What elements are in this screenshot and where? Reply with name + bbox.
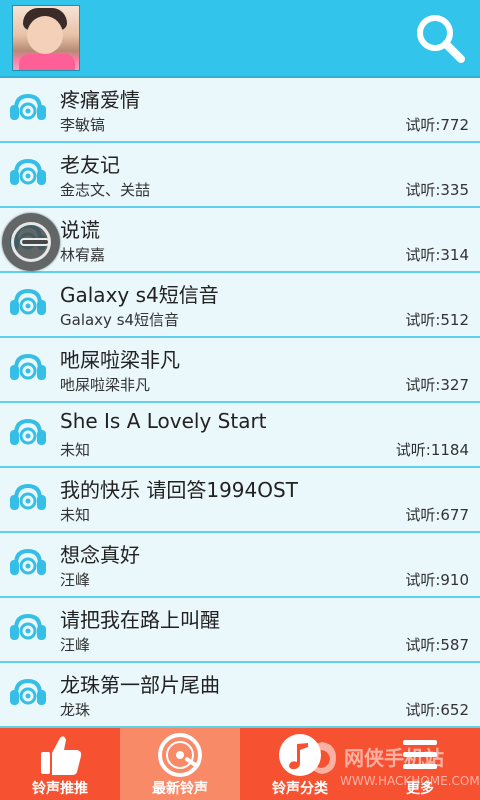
tab-latest[interactable]: 最新铃声: [120, 728, 240, 800]
song-artist: 龙珠: [60, 701, 91, 719]
ear-icon: [10, 353, 46, 380]
song-artist: 未知: [60, 506, 91, 524]
app-header: [0, 0, 480, 78]
ear-icon: [10, 548, 46, 575]
floating-assist-button[interactable]: [2, 213, 60, 271]
search-icon: [417, 15, 465, 63]
song-title: 老友记: [60, 153, 120, 177]
song-title: 吔屎啦梁非凡: [60, 348, 180, 372]
ringtone-row[interactable]: 说谎林宥嘉 试听:314: [0, 208, 480, 273]
song-title: 想念真好: [60, 543, 140, 567]
tab-label: 铃声推推: [32, 781, 88, 797]
music-note-icon: [279, 734, 321, 776]
song-artist: 汪峰: [60, 636, 91, 654]
ringtone-row[interactable]: Galaxy s4短信音 Galaxy s4短信音 试听:512: [0, 273, 480, 338]
song-title: 龙珠第一部片尾曲: [60, 673, 220, 697]
play-button[interactable]: [8, 482, 48, 516]
play-count: 试听:652: [405, 701, 469, 719]
tab-label: 铃声分类: [272, 781, 328, 797]
ear-icon: [10, 483, 46, 510]
search-button[interactable]: [414, 12, 466, 64]
song-title: She Is A Lovely Start: [60, 409, 267, 433]
play-button[interactable]: [8, 417, 48, 451]
ear-icon: [10, 93, 46, 120]
play-count: 试听:314: [405, 246, 469, 264]
song-artist: 吔屎啦梁非凡: [60, 376, 151, 394]
avatar-shirt: [19, 54, 75, 70]
ringtone-row[interactable]: 想念真好汪峰 试听:910: [0, 533, 480, 598]
song-title: 请把我在路上叫醒: [60, 608, 220, 632]
tab-more[interactable]: 更多: [360, 728, 480, 800]
play-count: 试听:327: [405, 376, 469, 394]
ear-icon: [10, 158, 46, 185]
song-artist: 李敏镐: [60, 116, 106, 134]
play-button[interactable]: [8, 287, 48, 321]
song-artist: 林宥嘉: [60, 246, 106, 264]
ringtone-row[interactable]: 请把我在路上叫醒汪峰 试听:587: [0, 598, 480, 663]
ringtone-row[interactable]: 疼痛爱情李敏镐 试听:772: [0, 78, 480, 143]
play-count: 试听:677: [405, 506, 469, 524]
user-avatar[interactable]: [12, 5, 80, 71]
ear-icon: [10, 288, 46, 315]
song-artist: 未知: [60, 441, 91, 459]
ear-icon: [10, 678, 46, 705]
ringtone-row[interactable]: 老友记金志文、关喆 试听:335: [0, 143, 480, 208]
tab-recommend[interactable]: 铃声推推: [0, 728, 120, 800]
play-count: 试听:772: [405, 116, 469, 134]
play-count: 试听:910: [405, 571, 469, 589]
ringtone-row[interactable]: She Is A Lovely Start 未知 试听:1184: [0, 403, 480, 468]
song-artist: 汪峰: [60, 571, 91, 589]
tab-categories[interactable]: 铃声分类: [240, 728, 360, 800]
tab-label: 更多: [406, 781, 434, 797]
song-artist: 金志文、关喆: [60, 181, 151, 199]
song-artist: Galaxy s4短信音: [60, 311, 180, 329]
thumbs-up-icon: [41, 736, 82, 775]
play-count: 试听:512: [405, 311, 469, 329]
song-title: Galaxy s4短信音: [60, 283, 219, 307]
play-button[interactable]: [8, 92, 48, 126]
disc-icon: [158, 733, 202, 777]
play-button[interactable]: [8, 157, 48, 191]
ringtone-row[interactable]: 龙珠第一部片尾曲龙珠 试听:652: [0, 663, 480, 728]
bottom-tab-bar: 铃声推推 最新铃声 铃声分类 更多: [0, 728, 480, 800]
song-title: 说谎: [60, 218, 100, 242]
floating-bar-icon: [20, 238, 50, 246]
ear-icon: [10, 418, 46, 445]
avatar-face: [27, 16, 63, 54]
play-count: 试听:1184: [395, 441, 469, 459]
ringtone-list[interactable]: 疼痛爱情李敏镐 试听:772 老友记金志文、关喆 试听:335 说谎林宥嘉 试听:314 G…: [0, 78, 480, 728]
tab-label: 最新铃声: [152, 781, 208, 797]
ear-icon: [10, 613, 46, 640]
play-button[interactable]: [8, 612, 48, 646]
ringtone-row[interactable]: 吔屎啦梁非凡 吔屎啦梁非凡 试听:327: [0, 338, 480, 403]
play-count: 试听:335: [405, 181, 469, 199]
ringtone-row[interactable]: 我的快乐 请回答1994OST 未知 试听:677: [0, 468, 480, 533]
song-title: 疼痛爱情: [60, 88, 140, 112]
play-count: 试听:587: [405, 636, 469, 654]
menu-icon: [403, 740, 437, 769]
play-button[interactable]: [8, 547, 48, 581]
play-button[interactable]: [8, 352, 48, 386]
play-button[interactable]: [8, 677, 48, 711]
song-title: 我的快乐 请回答1994OST: [60, 478, 298, 502]
